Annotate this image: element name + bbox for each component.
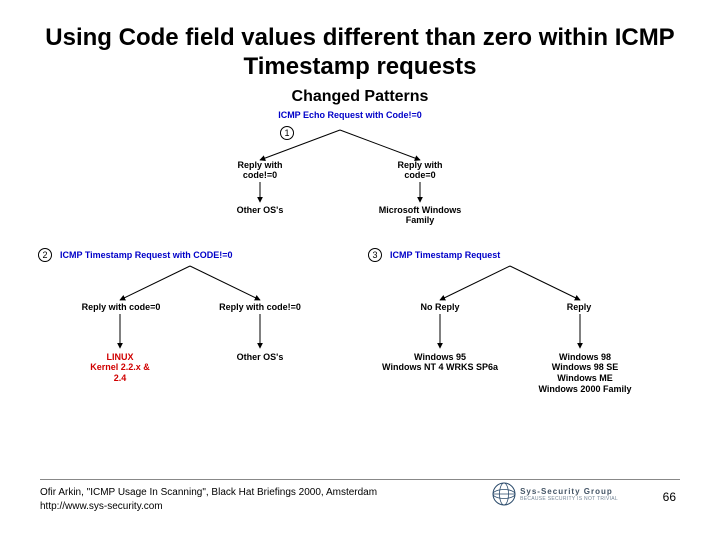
d3-header: ICMP Timestamp Request (390, 250, 590, 261)
d1-header: ICMP Echo Request with Code!=0 (250, 110, 450, 121)
diagram-area: ICMP Echo Request with Code!=0 1 Reply w… (40, 110, 680, 450)
d1-left-leaf: Other OS's (230, 205, 290, 216)
d2-right-leaf: Other OS's (230, 352, 290, 363)
d3-right-leaf: Windows 98 Windows 98 SE Windows ME Wind… (530, 352, 640, 395)
slide-subtitle: Changed Patterns (40, 88, 680, 106)
d3-left-branch: No Reply (412, 302, 468, 313)
d1-right-branch: Reply with code=0 (390, 160, 450, 182)
d2-num: 2 (38, 248, 52, 262)
footer: Ofir Arkin, "ICMP Usage In Scanning", Bl… (40, 479, 680, 514)
d2-left-leaf-b: Kernel 2.2.x & 2.4 (90, 362, 150, 383)
diagram-edges (40, 110, 680, 450)
d1-right-leaf: Microsoft Windows Family (365, 205, 475, 227)
d3-left-leaf: Windows 95 Windows NT 4 WRKS SP6a (380, 352, 500, 374)
d1-num: 1 (280, 126, 294, 140)
d2-right-branch: Reply with code!=0 (215, 302, 305, 313)
globe-icon (492, 482, 516, 506)
slide-title: Using Code field values different than z… (40, 24, 680, 82)
d1-left-branch: Reply with code!=0 (230, 160, 290, 182)
page-number: 66 (663, 490, 676, 504)
d2-header: ICMP Timestamp Request with CODE!=0 (60, 250, 300, 261)
d3-right-branch: Reply (554, 302, 604, 313)
footer-logo: Sys-Security Group BECAUSE SECURITY IS N… (492, 482, 618, 506)
footer-logo-text: Sys-Security Group (520, 487, 618, 496)
d2-left-leaf-a: LINUX (107, 352, 134, 362)
footer-logo-sub: BECAUSE SECURITY IS NOT TRIVIAL (520, 496, 618, 502)
d2-left-branch: Reply with code=0 (76, 302, 166, 313)
d3-num: 3 (368, 248, 382, 262)
